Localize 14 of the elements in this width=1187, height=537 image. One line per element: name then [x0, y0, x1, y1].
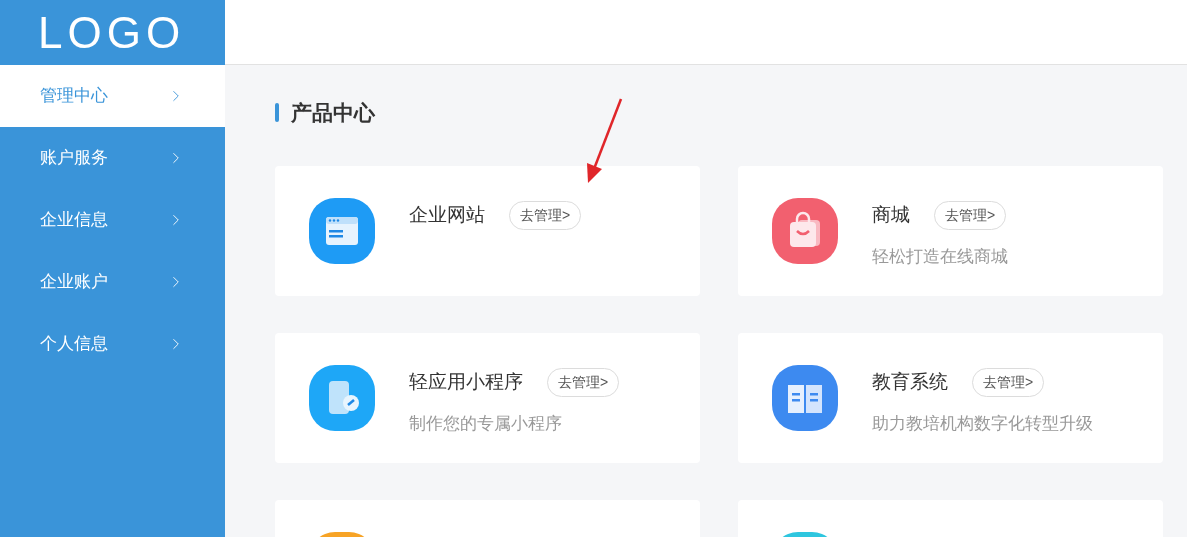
sidebar-item[interactable]: 企业信息: [0, 189, 225, 251]
product-name: 商城: [872, 202, 910, 227]
product-description: 助力教培机构数字化转型升级: [872, 412, 1093, 435]
section-title: 产品中心: [291, 100, 375, 126]
sidebar-item[interactable]: 管理中心: [0, 65, 225, 127]
product-description: 轻松打造在线商城: [872, 245, 1008, 268]
product-name: 教育系统: [872, 369, 948, 394]
sidebar-item[interactable]: 账户服务: [0, 127, 225, 189]
product-name: 企业网站: [409, 202, 485, 227]
logo: LOGO: [38, 10, 186, 55]
sidebar-item[interactable]: 个人信息: [0, 313, 225, 375]
product-description: 制作您的专属小程序: [409, 412, 563, 435]
sidebar-item[interactable]: 企业账户: [0, 251, 225, 313]
product-name: 轻应用小程序: [409, 369, 523, 394]
